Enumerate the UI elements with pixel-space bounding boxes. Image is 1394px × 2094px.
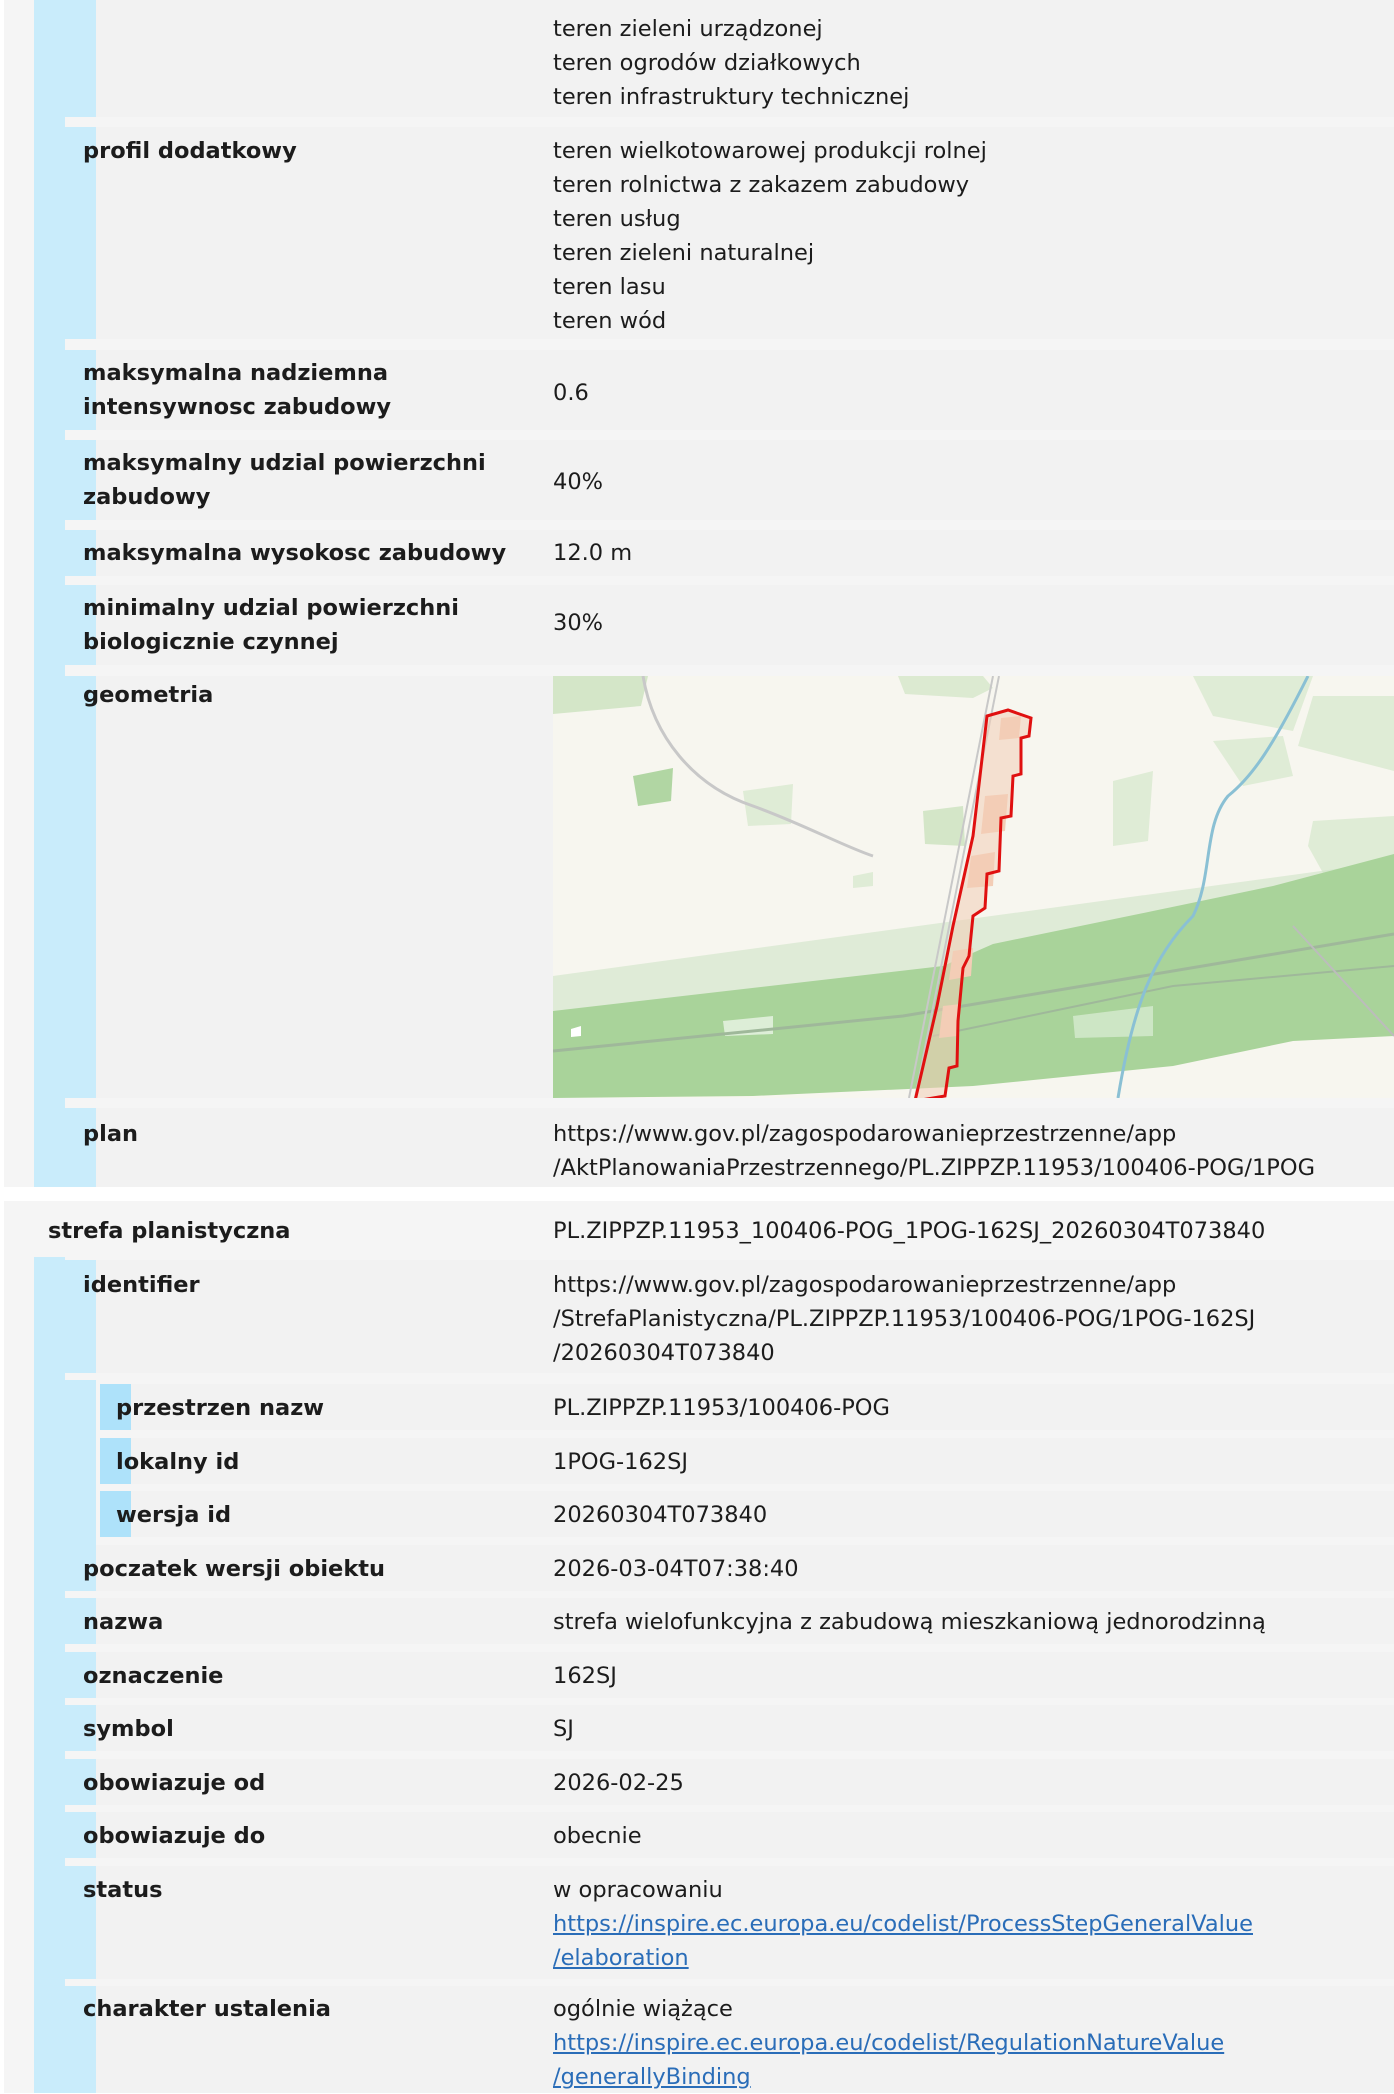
zone-title: strefa planistyczna [48, 1218, 291, 1244]
list-item: teren zieleni naturalnej [553, 240, 815, 266]
row-label: nazwa [83, 1609, 164, 1635]
row-label: maksymalna nadziemna intensywnosc zabudo… [83, 360, 392, 420]
row-label: profil dodatkowy [83, 138, 297, 164]
row-value: 30% [553, 610, 604, 636]
row-label: wersja id [116, 1502, 232, 1528]
nesting-bar [65, 676, 96, 1098]
row-value: 2026-03-04T07:38:40 [553, 1556, 799, 1582]
status-codelist-link-cont[interactable]: /elaboration [553, 1945, 689, 1971]
row-value: 20260304T073840 [553, 1502, 768, 1528]
regulation-codelist-link-cont[interactable]: /generallyBinding [553, 2064, 751, 2090]
row-value: 12.0 m [553, 540, 633, 566]
row-label: status [83, 1877, 163, 1903]
zone-id: PL.ZIPPZP.11953_100406-POG_1POG-162SJ_20… [553, 1218, 1266, 1244]
list-item: teren wód [553, 308, 667, 334]
row-value: 1POG-162SJ [553, 1449, 689, 1475]
list-item: teren lasu [553, 274, 666, 300]
list-item: teren usług [553, 206, 681, 232]
status-codelist-link[interactable]: https://inspire.ec.europa.eu/codelist/Pr… [553, 1911, 1253, 1937]
row-label: geometria [83, 682, 214, 708]
geometry-map[interactable] [553, 676, 1394, 1098]
regulation-codelist-link[interactable]: https://inspire.ec.europa.eu/codelist/Re… [553, 2030, 1224, 2056]
row-label: plan [83, 1121, 139, 1147]
list-item: teren zieleni urządzonej [553, 16, 823, 42]
row-value: SJ [553, 1716, 574, 1742]
nesting-bar [65, 0, 96, 117]
row-value: strefa wielofunkcyjna z zabudową mieszka… [553, 1609, 1266, 1635]
row-label: identifier [83, 1272, 200, 1298]
identifier-value: https://www.gov.pl/zagospodarowanieprzes… [553, 1272, 1256, 1366]
regulation-nature-value: ogólnie wiążące https://inspire.ec.europ… [553, 1996, 1225, 2090]
profile-values-list: teren zieleni urządzonej teren ogrodów d… [553, 12, 909, 114]
list-item: teren infrastruktury technicznej [553, 84, 910, 110]
row-label: obowiazuje od [83, 1770, 266, 1796]
list-item: teren ogrodów działkowych [553, 50, 861, 76]
row-value: 40% [553, 469, 604, 495]
map-image [553, 676, 1394, 1098]
row-label: oznaczenie [83, 1663, 224, 1689]
row-value: PL.ZIPPZP.11953/100406-POG [553, 1395, 890, 1421]
row-label: lokalny id [116, 1449, 240, 1475]
row-value: 162SJ [553, 1663, 617, 1689]
list-item: teren rolnictwa z zakazem zabudowy [553, 172, 970, 198]
row-label: minimalny udzial powierzchni biologiczni… [83, 595, 460, 655]
row-label: symbol [83, 1716, 174, 1742]
nesting-bar [34, 0, 65, 1187]
plan-url: https://www.gov.pl/zagospodarowanieprzes… [553, 1121, 1316, 1181]
row-value: 0.6 [553, 380, 589, 406]
row-label: przestrzen nazw [116, 1395, 325, 1421]
row-value: obecnie [553, 1823, 642, 1849]
row-label: poczatek wersji obiektu [83, 1556, 386, 1582]
nesting-bar [34, 1257, 65, 2093]
row-label: charakter ustalenia [83, 1996, 331, 2022]
row-label: maksymalny udzial powierzchni zabudowy [83, 450, 486, 510]
table-row [65, 1652, 1394, 1698]
additional-profile-values: teren wielkotowarowej produkcji rolnej t… [553, 134, 987, 338]
row-label: obowiazuje do [83, 1823, 266, 1849]
row-label: maksymalna wysokosc zabudowy [83, 540, 507, 566]
list-item: teren wielkotowarowej produkcji rolnej [553, 138, 987, 164]
nesting-bar [65, 1380, 96, 1546]
table-row [65, 1705, 1394, 1751]
row-value: 2026-02-25 [553, 1770, 684, 1796]
table-row [100, 1438, 1394, 1484]
status-value: w opracowaniu https://inspire.ec.europa.… [553, 1877, 1253, 1971]
